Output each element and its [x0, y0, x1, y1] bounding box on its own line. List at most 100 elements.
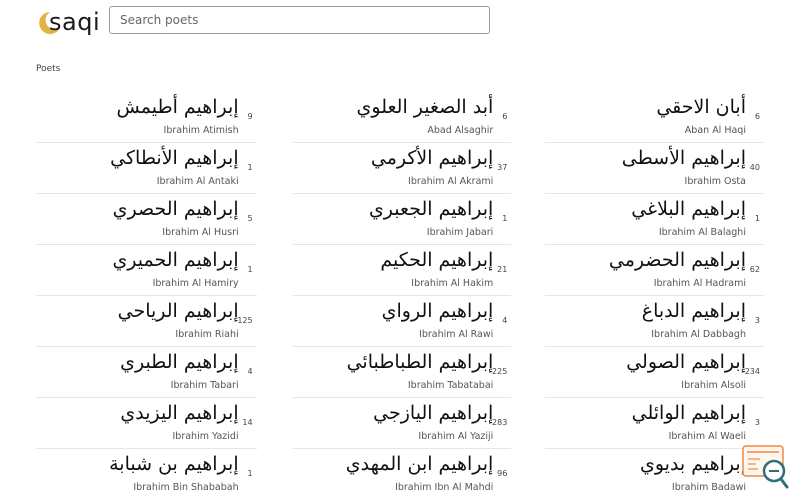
poet-row: إبراهيم أطيمش 9 Ibrahim Atimish أبد الصغير …	[36, 92, 764, 143]
poem-count: 9	[247, 112, 253, 121]
poet-arabic-name: إبراهيم ابن المهدي	[345, 453, 494, 475]
poet-arabic-name: إبراهيم الرياحي	[117, 300, 239, 322]
poet-arabic-name: إبراهيم الأكرمي	[370, 147, 494, 169]
poet-arabic-name: إبراهيم بديوي	[639, 453, 746, 475]
poet-arabic-name: إبراهيم الطبري	[120, 351, 239, 373]
poet-item[interactable]: إبراهيم البلاغي 1 Ibrahim Al Balaghi	[545, 194, 764, 245]
poet-latin-name: Ibrahim Tabatabai	[407, 380, 494, 391]
logo-text: saqi	[49, 8, 101, 36]
poet-latin-name: Ibrahim Jabari	[426, 227, 494, 238]
poet-row: إبراهيم الرياحي 125 Ibrahim Riahi إبراهيم ا…	[36, 296, 764, 347]
poem-count: 4	[247, 367, 253, 376]
poet-item[interactable]: إبراهيم الدباغ 3 Ibrahim Al Dabbagh	[545, 296, 764, 347]
poet-arabic-name: إبراهيم الحضرمي	[608, 249, 746, 271]
poet-item[interactable]: إبراهيم اليزيدي 14 Ibrahim Yazidi	[36, 398, 257, 449]
poet-item[interactable]: إبراهيم الرياحي 125 Ibrahim Riahi	[36, 296, 257, 347]
poet-row: إبراهيم بن شبابة 1 Ibrahim Bin Shababah إبر…	[36, 449, 764, 500]
poet-latin-name: Ibrahim Tabari	[170, 380, 239, 391]
poet-arabic-name: إبراهيم اليازجي	[373, 402, 494, 424]
poet-latin-name: Ibrahim Bin Shababah	[133, 482, 239, 493]
poet-arabic-name: إبراهيم الوائلي	[631, 402, 746, 424]
poet-item[interactable]: إبراهيم الحميري 1 Ibrahim Al Hamiry	[36, 245, 257, 296]
poet-arabic-name: إبراهيم الدباغ	[641, 300, 746, 322]
poet-arabic-name: إبراهيم اليزيدي	[120, 402, 239, 424]
poet-item[interactable]: إبراهيم الحضرمي 62 Ibrahim Al Hadrami	[545, 245, 764, 296]
poet-row: إبراهيم الأنطاكي 1 Ibrahim Al Antaki إبراهي…	[36, 143, 764, 194]
poem-count: 6	[754, 112, 760, 121]
poet-latin-name: Ibrahim Al Waeli	[668, 431, 746, 442]
poet-latin-name: Ibrahim Al Husri	[162, 227, 239, 238]
poet-item[interactable]: إبراهيم ابن المهدي 96 Ibrahim Ibn Al Mahdi	[293, 449, 512, 500]
poet-item[interactable]: أبان الاحقي 6 Aban Al Haqi	[545, 92, 764, 143]
poet-row: إبراهيم اليزيدي 14 Ibrahim Yazidi إبراهيم ا…	[36, 398, 764, 449]
poem-count: 37	[497, 163, 508, 172]
poem-count: 6	[502, 112, 508, 121]
poet-item[interactable]: إبراهيم الحكيم 21 Ibrahim Al Hakim	[292, 245, 512, 296]
poem-count: 3	[754, 418, 760, 427]
poet-arabic-name: إبراهيم الحميري	[112, 249, 239, 271]
poet-item[interactable]: إبراهيم اليازجي 283 Ibrahim Al Yaziji	[292, 398, 512, 449]
poet-latin-name: Ibrahim Al Akrami	[408, 176, 494, 187]
poet-item[interactable]: إبراهيم الحصري 5 Ibrahim Al Husri	[36, 194, 257, 245]
section-label: Poets	[36, 64, 61, 74]
poet-item[interactable]: إبراهيم الأكرمي 37 Ibrahim Al Akrami	[292, 143, 512, 194]
poet-latin-name: Ibrahim Al Yaziji	[418, 431, 494, 442]
poet-latin-name: Ibrahim Alsoli	[681, 380, 746, 391]
poet-row: إبراهيم الحصري 5 Ibrahim Al Husri إبراهيم ا…	[36, 194, 764, 245]
poet-arabic-name: إبراهيم الرواي	[381, 300, 494, 322]
poet-item[interactable]: إبراهيم الجعبري 1 Ibrahim Jabari	[292, 194, 512, 245]
poem-count: 125	[237, 316, 253, 325]
poet-arabic-name: أبد الصغير العلوي	[356, 96, 494, 118]
poet-arabic-name: إبراهيم الحصري	[112, 198, 239, 220]
poet-latin-name: Ibrahim Atimish	[163, 125, 239, 136]
poet-item[interactable]: إبراهيم الطباطبائي 225 Ibrahim Tabatabai	[292, 347, 512, 398]
poem-count: 21	[497, 265, 508, 274]
poem-count: 225	[492, 367, 508, 376]
poet-arabic-name: إبراهيم بن شبابة	[109, 453, 239, 475]
poem-count: 1	[247, 163, 253, 172]
poet-row: إبراهيم الطبري 4 Ibrahim Tabari إبراهيم الط…	[36, 347, 764, 398]
poet-arabic-name: إبراهيم الطباطبائي	[346, 351, 494, 373]
poem-count: 234	[744, 367, 760, 376]
poet-latin-name: Ibrahim Badawi	[671, 482, 746, 493]
poem-count: 1	[502, 214, 508, 223]
poet-latin-name: Ibrahim Al Dabbagh	[651, 329, 746, 340]
poet-item[interactable]: أبد الصغير العلوي 6 Abad Alsaghir	[292, 92, 512, 143]
header: saqi	[0, 0, 800, 48]
poet-item[interactable]: إبراهيم بديوي1Ibrahim Badawi	[545, 449, 764, 500]
poem-count: 96	[497, 469, 508, 478]
poem-count: 1	[247, 469, 253, 478]
poem-count: 4	[502, 316, 508, 325]
poet-latin-name: Ibrahim Ibn Al Mahdi	[395, 482, 494, 493]
poet-item[interactable]: إبراهيم الأسطى 40 Ibrahim Osta	[545, 143, 764, 194]
poet-latin-name: Ibrahim Al Rawi	[419, 329, 494, 340]
poet-item[interactable]: إبراهيم بن شبابة 1 Ibrahim Bin Shababah	[36, 449, 257, 500]
poet-item[interactable]: إبراهيم الأنطاكي 1 Ibrahim Al Antaki	[36, 143, 257, 194]
poet-arabic-name: إبراهيم الصولي	[626, 351, 746, 373]
poets-grid: إبراهيم أطيمش 9 Ibrahim Atimish أبد الصغير …	[36, 92, 764, 500]
poem-count: 3	[754, 316, 760, 325]
search-help-icon[interactable]	[742, 445, 790, 491]
poet-arabic-name: إبراهيم الجعبري	[368, 198, 494, 220]
poet-arabic-name: إبراهيم الأنطاكي	[110, 147, 239, 169]
poem-count: 62	[749, 265, 760, 274]
poet-latin-name: Ibrahim Al Hadrami	[653, 278, 746, 289]
poet-item[interactable]: إبراهيم الصولي 234 Ibrahim Alsoli	[545, 347, 764, 398]
poet-latin-name: Ibrahim Yazidi	[172, 431, 239, 442]
poet-item[interactable]: إبراهيم الرواي 4 Ibrahim Al Rawi	[292, 296, 512, 347]
poet-latin-name: Ibrahim Al Antaki	[156, 176, 239, 187]
poet-item[interactable]: إبراهيم أطيمش 9 Ibrahim Atimish	[36, 92, 257, 143]
poet-item[interactable]: إبراهيم الطبري 4 Ibrahim Tabari	[36, 347, 257, 398]
poet-latin-name: Aban Al Haqi	[684, 125, 746, 136]
poet-row: إبراهيم الحميري 1 Ibrahim Al Hamiry إبراهيم…	[36, 245, 764, 296]
poet-item[interactable]: إبراهيم الوائلي 3 Ibrahim Al Waeli	[545, 398, 764, 449]
poet-latin-name: Ibrahim Osta	[684, 176, 746, 187]
poet-latin-name: Ibrahim Al Balaghi	[658, 227, 746, 238]
poet-arabic-name: إبراهيم الحكيم	[380, 249, 494, 271]
search-input[interactable]	[109, 6, 490, 34]
poem-count: 40	[749, 163, 760, 172]
poet-latin-name: Abad Alsaghir	[427, 125, 494, 136]
poet-arabic-name: إبراهيم أطيمش	[116, 96, 239, 118]
poet-arabic-name: إبراهيم الأسطى	[621, 147, 746, 169]
logo[interactable]: saqi	[36, 6, 100, 38]
